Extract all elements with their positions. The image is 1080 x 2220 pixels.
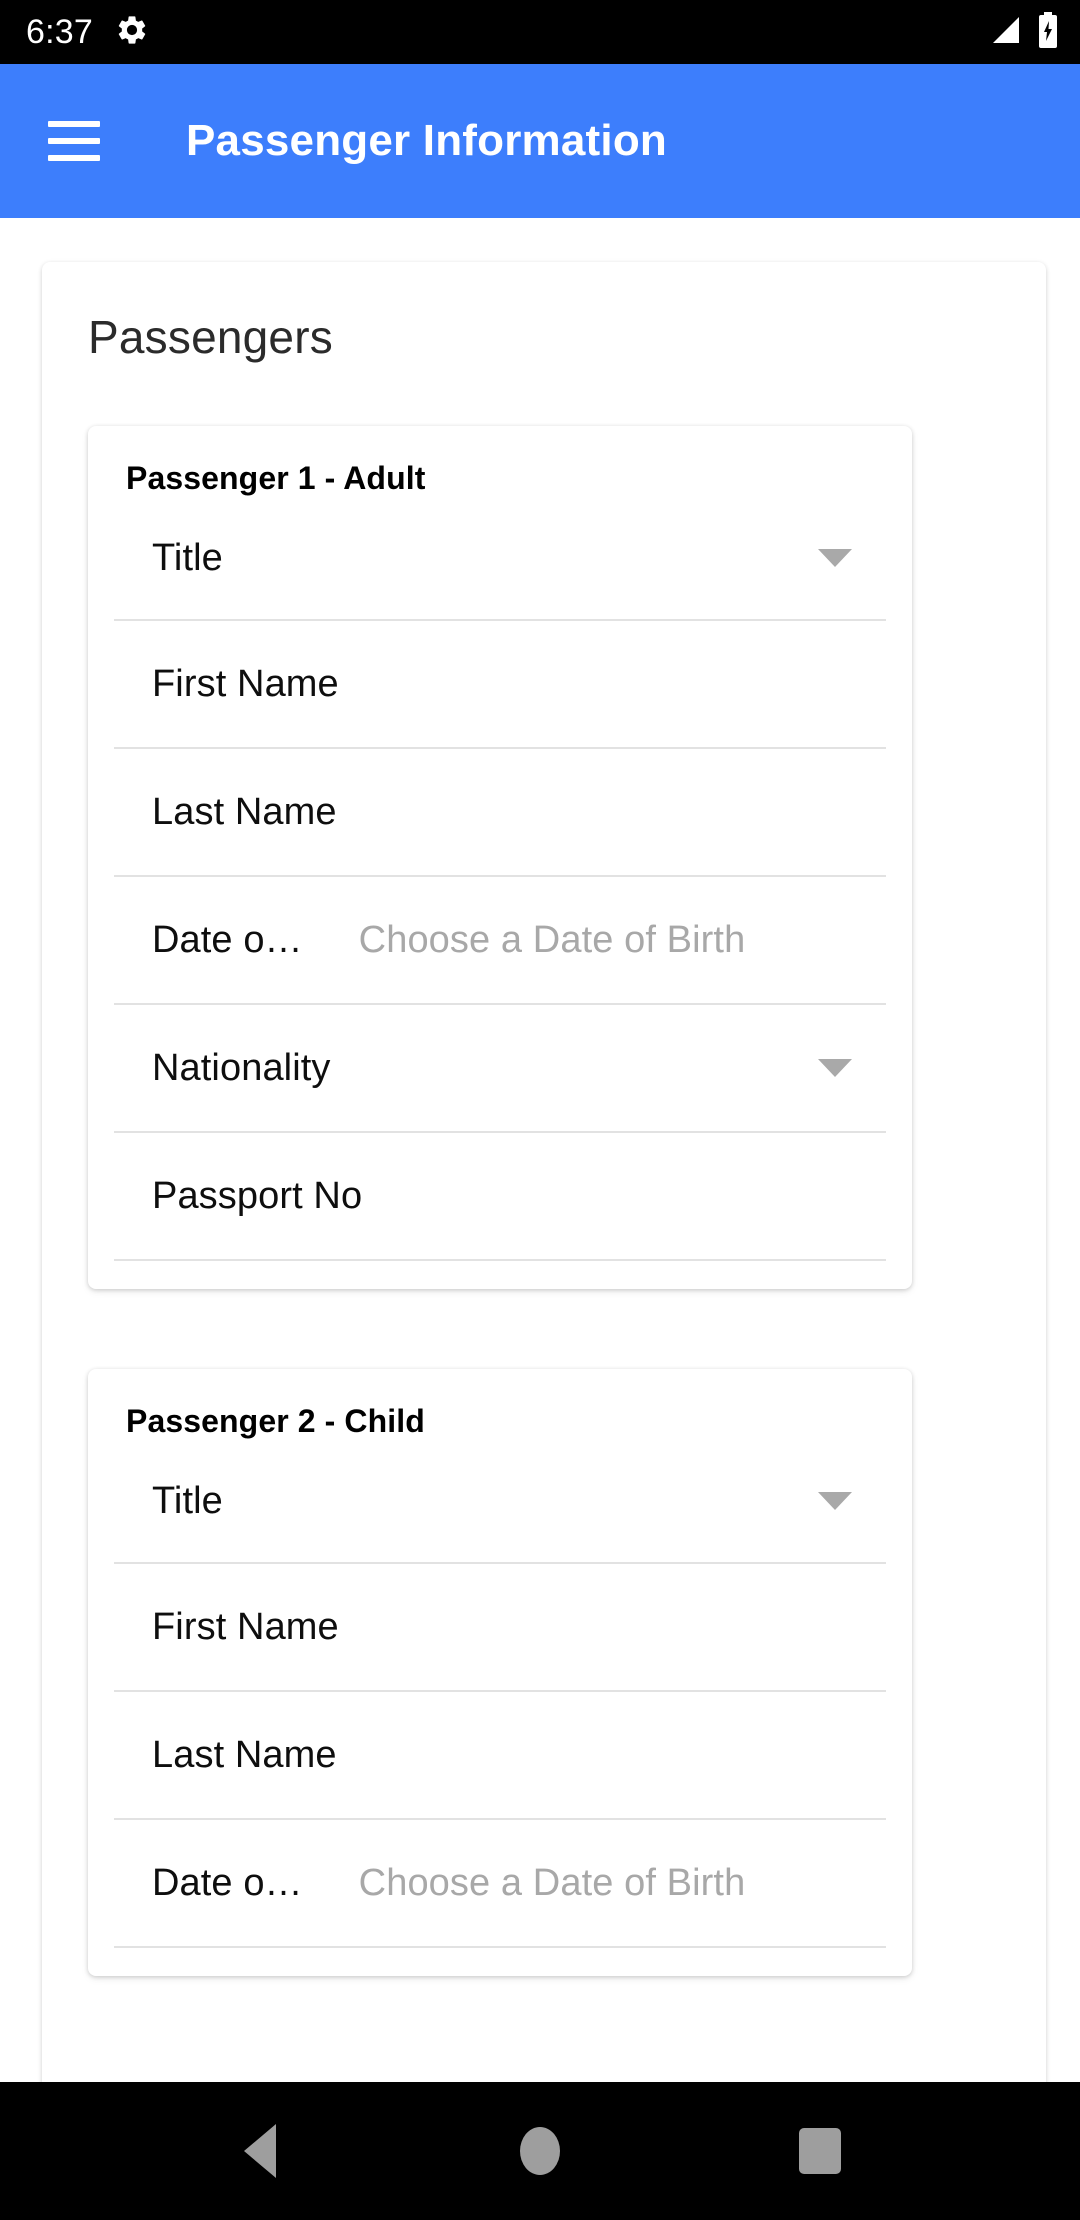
status-bar: 6:37	[0, 0, 1080, 64]
recents-button[interactable]	[760, 2101, 880, 2201]
signal-icon	[988, 14, 1022, 51]
chevron-down-icon[interactable]	[818, 1492, 852, 1510]
hamburger-line	[48, 155, 100, 161]
status-clock: 6:37	[26, 13, 93, 51]
field-row-date-o[interactable]: Date o… Choose a Date of Birth	[114, 877, 886, 1005]
hamburger-line	[48, 138, 100, 144]
field-row-date-o[interactable]: Date o… Choose a Date of Birth	[114, 1820, 886, 1948]
field-label: Title	[152, 536, 223, 579]
field-label: Passport No	[152, 1174, 363, 1217]
field-label: First Name	[152, 662, 339, 705]
field-label: Date o…	[152, 1861, 303, 1904]
section-title: Passengers	[88, 311, 333, 363]
square-recents-icon	[799, 2128, 841, 2174]
chevron-down-icon[interactable]	[818, 1059, 852, 1077]
passenger-card-title: Passenger 1 - Adult	[126, 460, 426, 496]
hamburger-menu-icon[interactable]	[48, 121, 100, 161]
field-row-first-name[interactable]: First Name	[114, 1564, 886, 1692]
field-label: Last Name	[152, 1733, 337, 1776]
status-notification-icons	[115, 13, 149, 52]
passenger-card: Passenger 1 - Adult Title First Name Last N…	[88, 426, 912, 1289]
back-button[interactable]	[200, 2101, 320, 2201]
field-label: Last Name	[152, 790, 337, 833]
home-button[interactable]	[480, 2101, 600, 2201]
field-placeholder[interactable]: Choose a Date of Birth	[359, 919, 746, 962]
passengers-card: Passengers Passenger 1 - Adult Title First…	[42, 262, 1046, 2082]
field-row-nationality[interactable]: Nationality	[114, 1005, 886, 1133]
field-row-title[interactable]: Title	[114, 1440, 886, 1564]
field-row-last-name[interactable]: Last Name	[114, 1692, 886, 1820]
passenger-card: Passenger 2 - Child Title First Name Last N…	[88, 1369, 912, 1976]
passenger-list: Passenger 1 - Adult Title First Name Last N…	[42, 364, 1046, 1976]
circle-home-icon	[520, 2127, 560, 2175]
content-scroll-area[interactable]: Passengers Passenger 1 - Adult Title First…	[0, 218, 1080, 2082]
field-row-passport-no[interactable]: Passport No	[114, 1133, 886, 1261]
field-placeholder[interactable]: Choose a Date of Birth	[359, 1862, 746, 1905]
field-label: First Name	[152, 1605, 339, 1648]
triangle-back-icon	[244, 2124, 276, 2178]
field-label: Date o…	[152, 918, 303, 961]
hamburger-line	[48, 121, 100, 127]
app-bar: Passenger Information	[0, 64, 1080, 218]
android-navigation-bar	[0, 2082, 1080, 2220]
passenger-card-title: Passenger 2 - Child	[126, 1403, 425, 1439]
field-label: Title	[152, 1479, 223, 1522]
page-title: Passenger Information	[186, 116, 667, 165]
status-system-icons	[988, 11, 1058, 53]
passenger-fields: Title First Name Last Name Date o… Choose a …	[88, 1440, 912, 1948]
chevron-down-icon[interactable]	[818, 549, 852, 567]
field-row-last-name[interactable]: Last Name	[114, 749, 886, 877]
field-label: Nationality	[152, 1046, 331, 1089]
phone-screen: 6:37 Passenger Information Passengers Pa…	[0, 0, 1080, 2220]
battery-charging-icon	[1038, 11, 1058, 53]
passenger-fields: Title First Name Last Name Date o… Choose a …	[88, 497, 912, 1261]
gear-icon	[115, 13, 149, 52]
field-row-first-name[interactable]: First Name	[114, 621, 886, 749]
field-row-title[interactable]: Title	[114, 497, 886, 621]
